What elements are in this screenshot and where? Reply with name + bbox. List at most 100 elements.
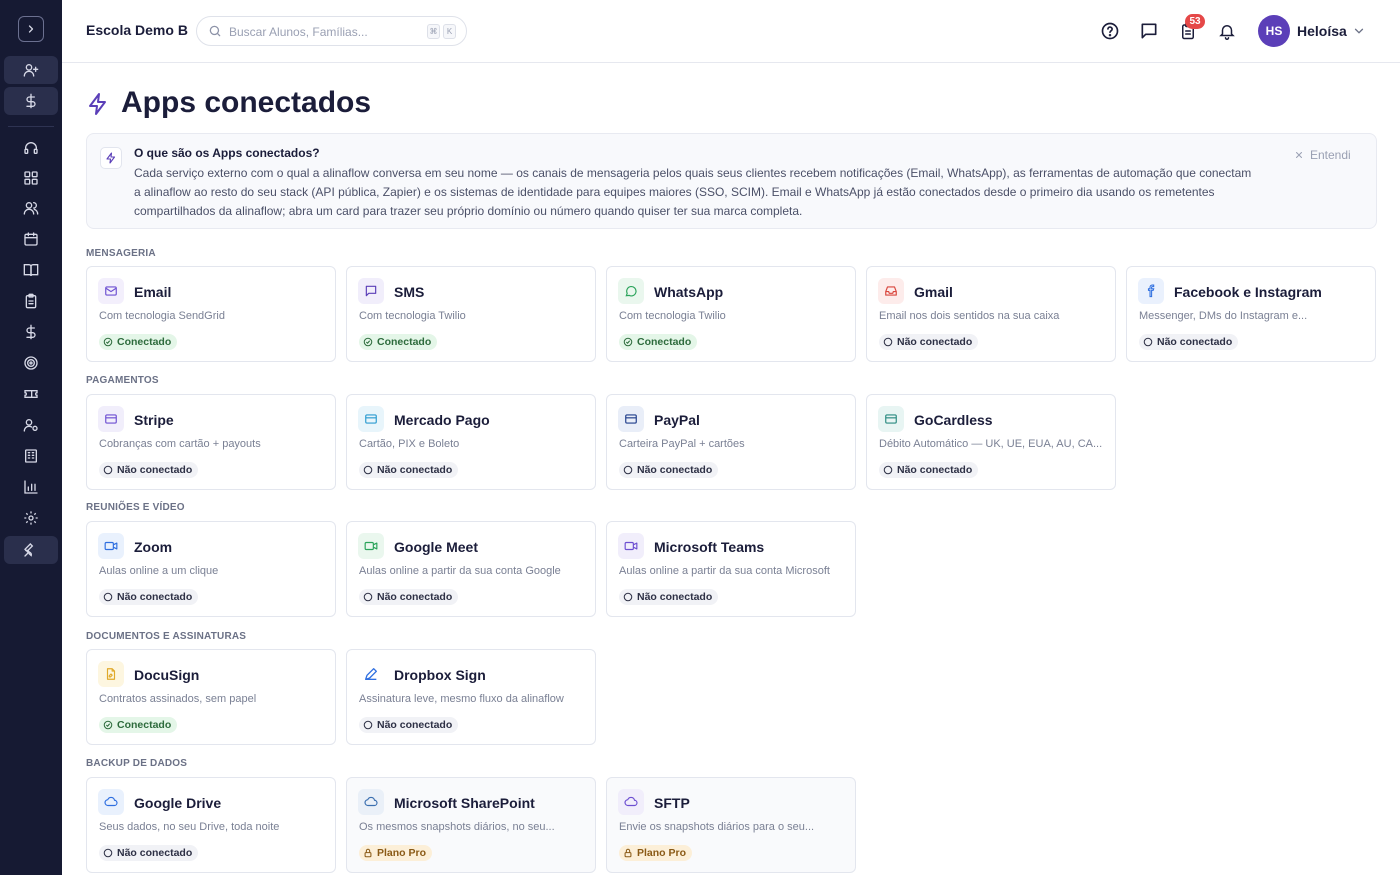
app-card-sms[interactable]: SMS Com tecnologia Twilio Conectado [346, 266, 596, 362]
message-circle-icon [625, 286, 637, 297]
grid-icon [24, 171, 38, 185]
app-card-facebook-instagram[interactable]: Facebook e Instagram Messenger, DMs do I… [1126, 266, 1376, 362]
status-badge: Conectado [619, 334, 698, 350]
app-icon [98, 661, 124, 687]
app-card-google-drive[interactable]: Google Drive Seus dados, no seu Drive, t… [86, 777, 336, 873]
app-card-docusign[interactable]: DocuSign Contratos assinados, sem papel … [86, 649, 336, 745]
sidebar-item-goals[interactable] [4, 349, 58, 377]
user-plus-icon [23, 63, 39, 77]
app-name: Facebook e Instagram [1174, 284, 1322, 300]
app-card-gocardless[interactable]: GoCardless Débito Automático — UK, UE, E… [866, 394, 1116, 490]
file-signature-icon [106, 668, 116, 680]
dismiss-button[interactable]: Entendi [1294, 148, 1351, 162]
mail-icon [105, 286, 117, 296]
message-square-icon [1141, 23, 1157, 39]
help-button[interactable] [1099, 20, 1121, 42]
sidebar-item-dashboard[interactable] [4, 164, 58, 192]
status-badge: Conectado [99, 717, 178, 733]
app-icon [618, 533, 644, 559]
app-description: Messenger, DMs do Instagram e... [1139, 310, 1308, 322]
kbd-cmd: ⌘ [427, 24, 440, 39]
info-body: Cada serviço externo com o qual a alinaf… [134, 166, 1252, 218]
app-name: Email [134, 284, 172, 300]
sidebar-item-people[interactable] [4, 194, 58, 222]
section-title-messaging: MENSAGERIA [86, 248, 156, 259]
status-label: Não conectado [117, 464, 193, 476]
app-icon [358, 789, 384, 815]
user-name[interactable]: Heloísa [1297, 23, 1347, 39]
sidebar-item-tickets[interactable] [4, 380, 58, 408]
app-card-microsoft-teams[interactable]: Microsoft Teams Aulas online a partir da… [606, 521, 856, 617]
app-description: Os mesmos snapshots diários, no seu... [359, 821, 555, 833]
app-name: Stripe [134, 412, 174, 428]
app-icon [98, 406, 124, 432]
app-name: Microsoft SharePoint [394, 795, 535, 811]
app-description: Envie os snapshots diários para o seu... [619, 821, 815, 833]
check-circle-icon [103, 337, 113, 347]
sidebar-item-calendar[interactable] [4, 225, 58, 253]
messages-button[interactable] [1138, 20, 1160, 42]
sidebar [0, 0, 62, 875]
sidebar-item-buildings[interactable] [4, 442, 58, 470]
check-circle-icon [623, 337, 633, 347]
app-card-gmail[interactable]: Gmail Email nos dois sentidos na sua cai… [866, 266, 1116, 362]
sidebar-item-support[interactable] [4, 134, 58, 162]
status-badge: Plano Pro [359, 845, 433, 861]
status-badge: Não conectado [99, 845, 199, 861]
app-card-paypal[interactable]: PayPal Carteira PayPal + cartões Não con… [606, 394, 856, 490]
app-card-stripe[interactable]: Stripe Cobranças com cartão + payouts Nã… [86, 394, 336, 490]
app-description: Cartão, PIX e Boleto [359, 438, 460, 450]
app-card-microsoft-sharepoint[interactable]: Microsoft SharePoint Os mesmos snapshots… [346, 777, 596, 873]
circle-icon [103, 848, 113, 858]
zap-icon [89, 93, 106, 115]
sidebar-item-user-settings[interactable] [4, 411, 58, 439]
app-card-mercado-pago[interactable]: Mercado Pago Cartão, PIX e Boleto Não co… [346, 394, 596, 490]
status-label: Não conectado [1157, 336, 1233, 348]
status-label: Não conectado [377, 719, 453, 731]
avatar[interactable]: HS [1258, 15, 1290, 47]
app-description: Com tecnologia Twilio [359, 310, 466, 322]
search-icon [209, 25, 221, 37]
app-card-zoom[interactable]: Zoom Aulas online a um clique Não conect… [86, 521, 336, 617]
sidebar-item-reports[interactable] [4, 473, 58, 501]
sidebar-item-finance[interactable] [4, 318, 58, 346]
chevron-down-icon[interactable] [1352, 24, 1366, 38]
app-card-whatsapp[interactable]: WhatsApp Com tecnologia Twilio Conectado [606, 266, 856, 362]
sidebar-item-settings[interactable] [4, 504, 58, 532]
app-card-dropbox-sign[interactable]: Dropbox Sign Assinatura leve, mesmo flux… [346, 649, 596, 745]
app-name: GoCardless [914, 412, 993, 428]
app-description: Assinatura leve, mesmo fluxo da alinaflo… [359, 693, 564, 705]
app-icon [618, 278, 644, 304]
school-name[interactable]: Escola Demo B [86, 22, 188, 38]
notifications-button[interactable] [1216, 20, 1238, 42]
video-icon [624, 541, 638, 551]
status-label: Não conectado [117, 591, 193, 603]
sidebar-item-add-student[interactable] [4, 56, 58, 84]
sidebar-item-courses[interactable] [4, 256, 58, 284]
lock-icon [624, 848, 632, 858]
app-icon [358, 533, 384, 559]
status-badge: Não conectado [879, 462, 979, 478]
clipboard-icon [25, 293, 37, 309]
check-circle-icon [103, 720, 113, 730]
search-input[interactable] [229, 23, 419, 40]
status-badge: Não conectado [619, 462, 719, 478]
status-label: Plano Pro [637, 847, 687, 859]
sidebar-item-clipboard[interactable] [4, 287, 58, 315]
wrench-icon [24, 543, 34, 557]
app-name: Google Meet [394, 539, 479, 555]
sidebar-item-billing[interactable] [4, 87, 58, 115]
app-card-email[interactable]: Email Com tecnologia SendGrid Conectado [86, 266, 336, 362]
search-box[interactable]: ⌘ K [196, 16, 467, 46]
sidebar-item-tools[interactable] [4, 536, 58, 564]
status-label: Não conectado [637, 591, 713, 603]
status-label: Não conectado [897, 336, 973, 348]
app-card-sftp[interactable]: SFTP Envie os snapshots diários para o s… [606, 777, 856, 873]
app-icon [618, 406, 644, 432]
app-card-google-meet[interactable]: Google Meet Aulas online a partir da sua… [346, 521, 596, 617]
app-description: Cobranças com cartão + payouts [99, 438, 261, 450]
headset-icon [24, 142, 38, 154]
app-description: Débito Automático — UK, UE, EUA, AU, CA.… [879, 438, 1103, 450]
kbd-k: K [443, 24, 456, 39]
sidebar-expand-button[interactable] [18, 16, 44, 42]
